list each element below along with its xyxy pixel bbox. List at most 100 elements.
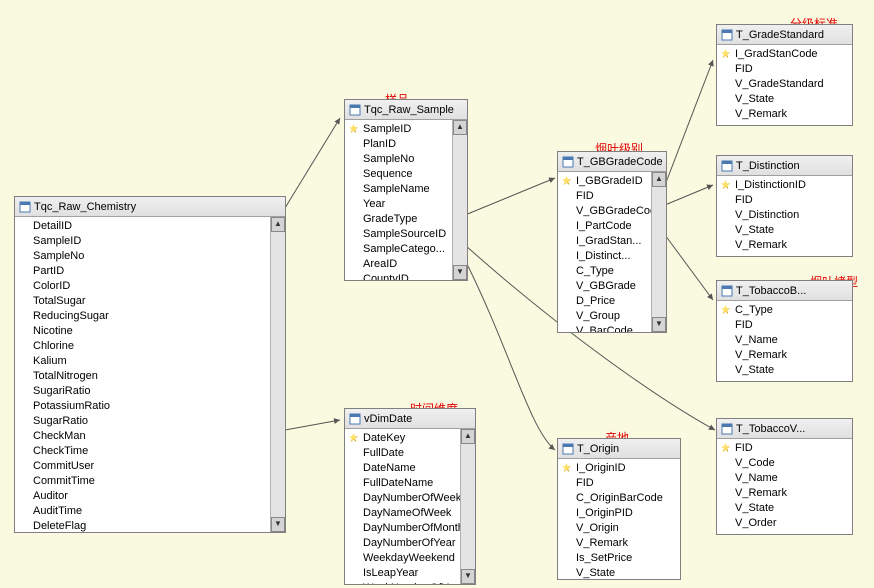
column-item[interactable]: V_Remark	[717, 348, 852, 363]
column-item[interactable]: GradeType	[345, 212, 452, 227]
column-item[interactable]: V_BarCode	[558, 324, 651, 332]
column-item[interactable]: V_Remark	[717, 486, 852, 501]
column-item[interactable]: FullDate	[345, 446, 460, 461]
column-item[interactable]: AuditTime	[15, 504, 270, 519]
column-item[interactable]: IsLeapYear	[345, 566, 460, 581]
column-item[interactable]: V_State	[717, 363, 852, 378]
column-item[interactable]: Kalium	[15, 354, 270, 369]
column-item[interactable]: DayNumberOfMonth	[345, 521, 460, 536]
column-item[interactable]: FID	[717, 62, 852, 77]
column-item[interactable]: SampleSourceID	[345, 227, 452, 242]
column-item[interactable]: AreaID	[345, 257, 452, 272]
column-item[interactable]: DayNameOfWeek	[345, 506, 460, 521]
scrollbar[interactable]: ▲▼	[460, 429, 475, 584]
column-item[interactable]: DayNumberOfYear	[345, 536, 460, 551]
table-header[interactable]: T_GBGradeCode	[558, 152, 666, 172]
column-item[interactable]: SampleID	[15, 234, 270, 249]
column-item[interactable]: SampleID	[345, 122, 452, 137]
column-item[interactable]: I_DistinctionID	[717, 178, 852, 193]
column-item[interactable]: V_GBGrade	[558, 279, 651, 294]
column-item[interactable]: ReducingSugar	[15, 309, 270, 324]
column-item[interactable]: Year	[345, 197, 452, 212]
table-header[interactable]: Tqc_Raw_Sample	[345, 100, 467, 120]
column-item[interactable]: FID	[558, 476, 680, 491]
scroll-down-icon[interactable]: ▼	[461, 569, 475, 584]
column-item[interactable]: I_GradStan...	[558, 234, 651, 249]
table-distinction[interactable]: T_Distinction I_DistinctionIDFIDV_Distin…	[716, 155, 853, 257]
column-item[interactable]: V_Remark	[558, 536, 680, 551]
column-item[interactable]: FID	[717, 193, 852, 208]
column-item[interactable]: PartID	[15, 264, 270, 279]
table-tobaccov[interactable]: T_TobaccoV... FIDV_CodeV_NameV_RemarkV_S…	[716, 418, 853, 535]
table-header[interactable]: T_Distinction	[717, 156, 852, 176]
column-item[interactable]: I_OriginPID	[558, 506, 680, 521]
column-item[interactable]: FID	[717, 441, 852, 456]
column-item[interactable]: Nicotine	[15, 324, 270, 339]
column-item[interactable]: V_State	[717, 223, 852, 238]
table-header[interactable]: T_TobaccoB...	[717, 281, 852, 301]
scroll-up-icon[interactable]: ▲	[271, 217, 285, 232]
column-item[interactable]: C_Type	[558, 264, 651, 279]
column-item[interactable]: CommitTime	[15, 474, 270, 489]
column-item[interactable]: V_Name	[717, 333, 852, 348]
column-item[interactable]: V_Name	[717, 471, 852, 486]
table-header[interactable]: T_Origin	[558, 439, 680, 459]
table-chemistry[interactable]: Tqc_Raw_Chemistry DetailIDSampleIDSample…	[14, 196, 286, 533]
column-item[interactable]: DeleteFlag	[15, 519, 270, 532]
scroll-up-icon[interactable]: ▲	[453, 120, 467, 135]
column-item[interactable]: Sequence	[345, 167, 452, 182]
column-item[interactable]: V_Remark	[717, 107, 852, 122]
column-item[interactable]: V_State	[558, 566, 680, 579]
column-item[interactable]: V_Distinction	[717, 208, 852, 223]
scroll-up-icon[interactable]: ▲	[461, 429, 475, 444]
table-header[interactable]: T_TobaccoV...	[717, 419, 852, 439]
scrollbar[interactable]: ▲▼	[270, 217, 285, 532]
column-item[interactable]: CountyID	[345, 272, 452, 280]
column-item[interactable]: SampleName	[345, 182, 452, 197]
column-item[interactable]: DateName	[345, 461, 460, 476]
column-item[interactable]: DateKey	[345, 431, 460, 446]
table-dimdate[interactable]: vDimDate DateKeyFullDateDateNameFullDate…	[344, 408, 476, 585]
column-item[interactable]: V_GBGradeCode	[558, 204, 651, 219]
column-item[interactable]: ColorID	[15, 279, 270, 294]
column-item[interactable]: SampleNo	[15, 249, 270, 264]
table-header[interactable]: Tqc_Raw_Chemistry	[15, 197, 285, 217]
scroll-down-icon[interactable]: ▼	[453, 265, 467, 280]
column-item[interactable]: I_PartCode	[558, 219, 651, 234]
column-item[interactable]: V_State	[717, 501, 852, 516]
column-item[interactable]: TotalSugar	[15, 294, 270, 309]
column-item[interactable]: TotalNitrogen	[15, 369, 270, 384]
column-item[interactable]: SampleCatego...	[345, 242, 452, 257]
column-item[interactable]: FID	[717, 318, 852, 333]
column-item[interactable]: CheckTime	[15, 444, 270, 459]
column-item[interactable]: SugariRatio	[15, 384, 270, 399]
column-item[interactable]: CheckMan	[15, 429, 270, 444]
column-item[interactable]: C_OriginBarCode	[558, 491, 680, 506]
column-item[interactable]: DayNumberOfWeek	[345, 491, 460, 506]
column-item[interactable]: V_GradeStandard	[717, 77, 852, 92]
column-item[interactable]: V_Group	[558, 309, 651, 324]
scrollbar[interactable]: ▲▼	[452, 120, 467, 280]
column-item[interactable]: I_Distinct...	[558, 249, 651, 264]
column-item[interactable]: C_Type	[717, 303, 852, 318]
column-item[interactable]: V_Order	[717, 516, 852, 531]
table-sample[interactable]: Tqc_Raw_Sample SampleIDPlanIDSampleNoSeq…	[344, 99, 468, 281]
column-item[interactable]: DetailID	[15, 219, 270, 234]
column-item[interactable]: FID	[558, 189, 651, 204]
table-tobaccob[interactable]: T_TobaccoB... C_TypeFIDV_NameV_RemarkV_S…	[716, 280, 853, 382]
column-item[interactable]: I_GBGradeID	[558, 174, 651, 189]
scroll-down-icon[interactable]: ▼	[652, 317, 666, 332]
column-item[interactable]: SampleNo	[345, 152, 452, 167]
column-item[interactable]: Auditor	[15, 489, 270, 504]
column-item[interactable]: CommitUser	[15, 459, 270, 474]
column-item[interactable]: D_Price	[558, 294, 651, 309]
column-item[interactable]: SugarRatio	[15, 414, 270, 429]
column-item[interactable]: FullDateName	[345, 476, 460, 491]
column-item[interactable]: V_State	[717, 92, 852, 107]
table-gradestd[interactable]: T_GradeStandard I_GradStanCodeFIDV_Grade…	[716, 24, 853, 126]
scroll-down-icon[interactable]: ▼	[271, 517, 285, 532]
column-item[interactable]: PotassiumRatio	[15, 399, 270, 414]
column-item[interactable]: WeekdayWeekend	[345, 551, 460, 566]
column-item[interactable]: Is_SetPrice	[558, 551, 680, 566]
table-gbgrade[interactable]: T_GBGradeCode I_GBGradeIDFIDV_GBGradeCod…	[557, 151, 667, 333]
